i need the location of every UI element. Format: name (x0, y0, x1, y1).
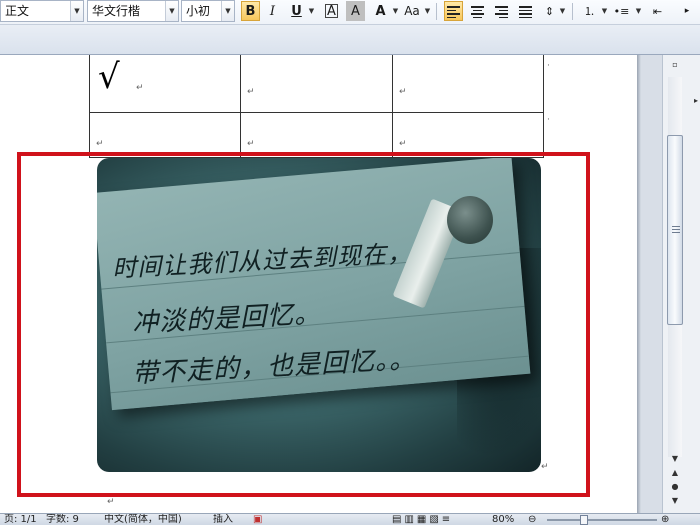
status-page[interactable]: 页: 1/1 (4, 514, 37, 525)
font-size-combo[interactable]: 小初 ▼ (181, 0, 235, 22)
align-left-button[interactable] (444, 1, 463, 21)
ribbon-scroll-button[interactable]: ▸ (676, 1, 698, 21)
underline-dropdown-icon[interactable]: ▼ (307, 1, 316, 21)
numbering-button[interactable]: ⒈ (580, 1, 599, 21)
zoom-slider-track[interactable] (547, 519, 657, 521)
highlight-box (17, 152, 590, 497)
chevron-down-icon[interactable]: ▼ (165, 1, 178, 21)
align-center-icon (471, 6, 484, 18)
ruler-toggle-icon[interactable]: ▫ (668, 59, 682, 71)
style-combo[interactable]: 正文 ▼ (0, 0, 84, 22)
change-case-dropdown-icon[interactable]: ▼ (423, 1, 432, 21)
formatting-ribbon: 正文 ▼ 华文行楷 ▼ 小初 ▼ B I U ▼ A A A ▼ Aa ▼ ⇕ … (0, 0, 700, 55)
paragraph-mark: ↵ (96, 139, 104, 149)
line-spacing-dropdown-icon[interactable]: ▼ (558, 1, 567, 21)
underline-button[interactable]: U (287, 1, 306, 21)
view-buttons-icon[interactable]: ▤▥▦▧≡ (392, 514, 453, 525)
ribbon-group-labels (0, 24, 700, 54)
side-panel-icon[interactable]: ▸ (689, 95, 700, 107)
status-insert-mode[interactable]: 插入 (213, 514, 233, 525)
chevron-down-icon[interactable]: ▼ (70, 1, 83, 21)
zoom-slider-thumb[interactable] (580, 515, 588, 525)
prev-page-icon[interactable]: ▲ (668, 467, 682, 479)
toolbar-separator (436, 3, 437, 20)
zoom-in-icon[interactable]: ⊕ (661, 514, 669, 525)
toolbar-separator (572, 3, 573, 20)
justify-icon (519, 6, 532, 18)
numbering-dropdown-icon[interactable]: ▼ (600, 1, 609, 21)
vertical-scrollbar[interactable]: ▫ ▼ ▲ ● ▼ ▸ (662, 55, 700, 513)
macro-record-icon[interactable]: ▣ (253, 514, 262, 525)
bullets-button[interactable]: •≡ (612, 1, 631, 21)
paragraph-mark: ↵ (247, 87, 255, 97)
align-center-button[interactable] (468, 1, 487, 21)
paragraph-mark: ↵ (136, 83, 144, 93)
text-effects-button[interactable]: A (371, 1, 390, 21)
style-combo-value: 正文 (5, 4, 30, 18)
zoom-out-icon[interactable]: ⊖ (528, 514, 536, 525)
table-cell[interactable]: ↵ (393, 55, 544, 113)
grip-icon (672, 226, 680, 236)
char-border-button[interactable]: A (322, 1, 341, 21)
char-shading-button[interactable]: A (346, 1, 365, 21)
italic-button[interactable]: I (263, 1, 282, 21)
bullets-dropdown-icon[interactable]: ▼ (634, 1, 643, 21)
word-processor-window: 正文 ▼ 华文行楷 ▼ 小初 ▼ B I U ▼ A A A ▼ Aa ▼ ⇕ … (0, 0, 700, 525)
scroll-down-icon[interactable]: ▼ (668, 453, 682, 465)
paragraph-mark: ↵ (399, 87, 407, 97)
decrease-indent-button[interactable]: ⇤ (648, 1, 667, 21)
align-left-icon (447, 6, 460, 18)
scrollbar-thumb[interactable] (667, 135, 683, 325)
text-effects-dropdown-icon[interactable]: ▼ (391, 1, 400, 21)
next-page-icon[interactable]: ▼ (668, 495, 682, 507)
bold-button[interactable]: B (241, 1, 260, 21)
zoom-level[interactable]: 80% (492, 514, 514, 525)
justify-button[interactable] (516, 1, 535, 21)
document-canvas[interactable]: √ ↵ ↵ ↵ ↵ ↵ ↵ · · 时间让我们从过去到现在， 冲淡的是回忆。 带… (0, 55, 662, 513)
paragraph-mark: ↵ (247, 139, 255, 149)
chevron-down-icon[interactable]: ▼ (221, 1, 234, 21)
paragraph-mark: ↵ (107, 497, 115, 507)
status-language[interactable]: 中文(简体，中国) (104, 514, 182, 525)
browse-object-icon[interactable]: ● (668, 481, 682, 493)
checkmark-text: √ (98, 57, 120, 97)
change-case-button[interactable]: Aa (401, 1, 423, 21)
row-end-mark: · (547, 61, 550, 71)
document-page[interactable]: √ ↵ ↵ ↵ ↵ ↵ ↵ · · 时间让我们从过去到现在， 冲淡的是回忆。 带… (0, 55, 637, 513)
font-combo-value: 华文行楷 (92, 4, 141, 18)
table-cell[interactable]: √ ↵ (89, 55, 241, 113)
page-shadow (637, 55, 641, 513)
paragraph-mark: ↵ (399, 139, 407, 149)
row-end-mark: · (547, 115, 550, 125)
align-right-button[interactable] (492, 1, 511, 21)
line-spacing-button[interactable]: ⇕ (540, 1, 559, 21)
font-size-combo-value: 小初 (186, 4, 211, 18)
font-combo[interactable]: 华文行楷 ▼ (87, 0, 179, 22)
table-cell[interactable]: ↵ (241, 55, 393, 113)
status-words[interactable]: 字数: 9 (46, 514, 79, 525)
status-bar: 页: 1/1 字数: 9 中文(简体，中国) 插入 ▣ ▤▥▦▧≡ 80% ⊖ … (0, 513, 700, 525)
align-right-icon (495, 6, 508, 18)
